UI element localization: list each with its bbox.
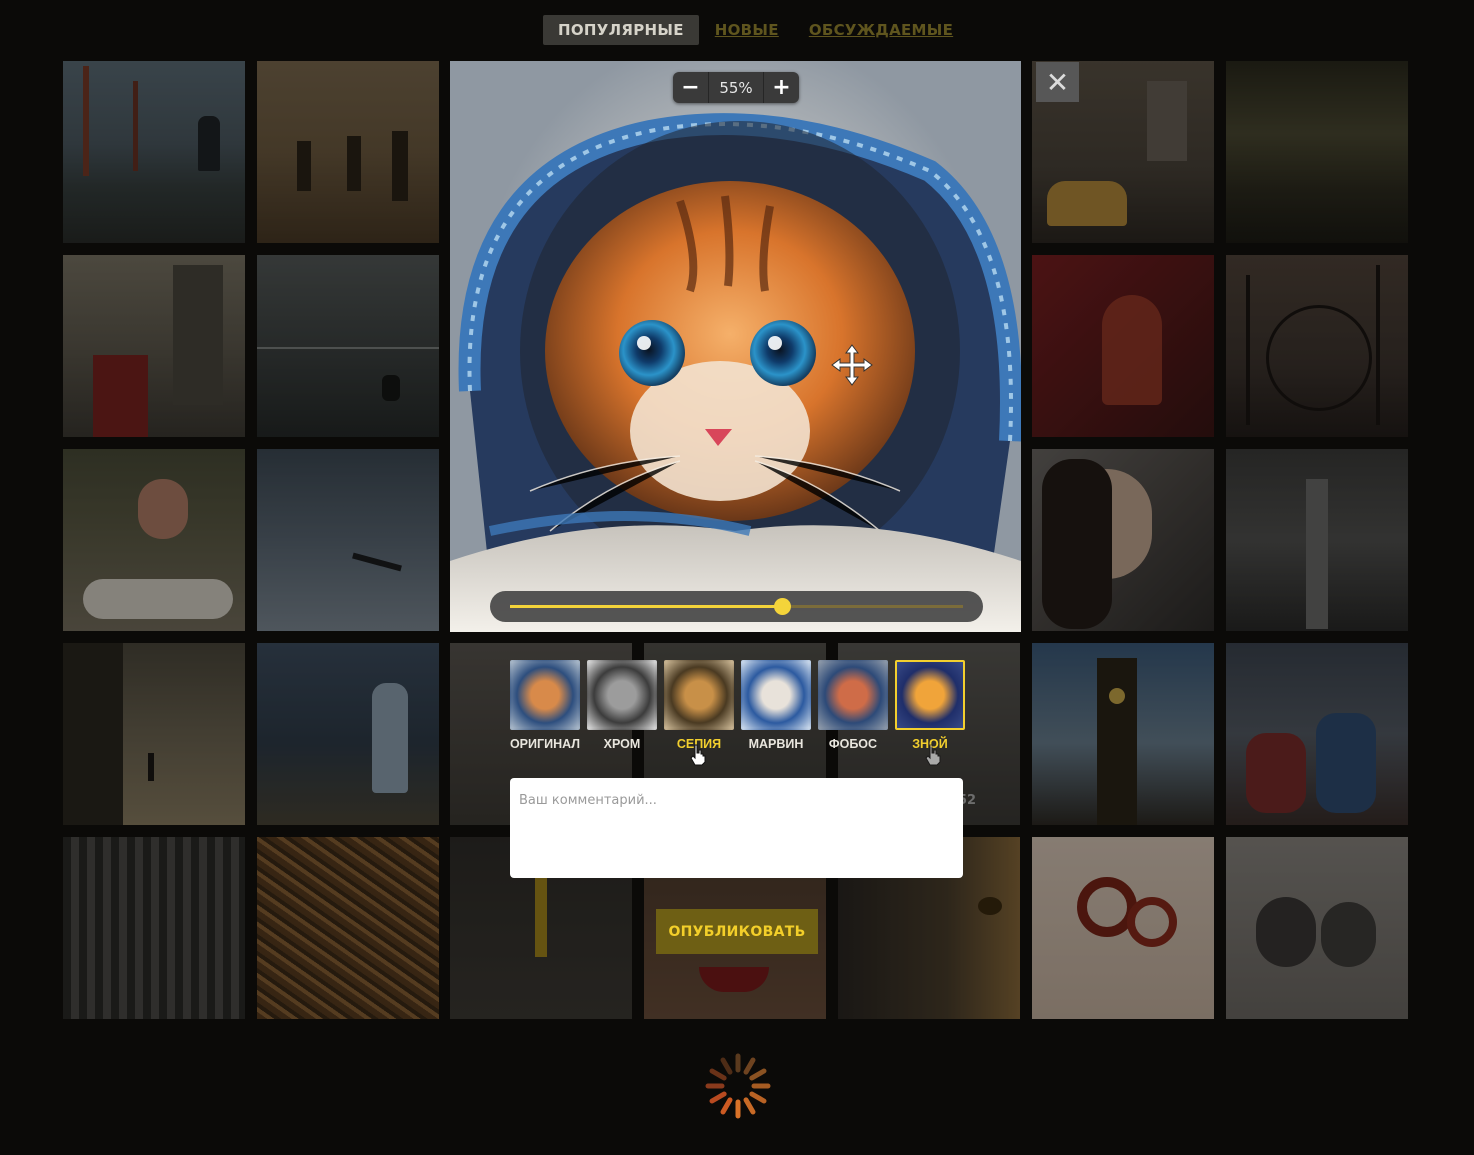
filter-phobos[interactable]: ФОБОС xyxy=(818,660,888,751)
grid-photo[interactable] xyxy=(1226,837,1408,1019)
filter-thumbnail[interactable] xyxy=(818,660,888,730)
filter-thumbnail[interactable] xyxy=(587,660,657,730)
hand-cursor-icon xyxy=(925,744,941,766)
grid-photo[interactable] xyxy=(257,61,439,243)
filter-list: ОРИГИНАЛ ХРОМ СЕПИЯ МАРВИН ФОБОС ЗНОЙ xyxy=(510,660,972,751)
filter-chrome[interactable]: ХРОМ xyxy=(587,660,657,751)
filter-label: ОРИГИНАЛ xyxy=(509,737,581,751)
grid-photo[interactable] xyxy=(257,643,439,825)
filter-marvin[interactable]: МАРВИН xyxy=(741,660,811,751)
grid-photo[interactable] xyxy=(1032,449,1214,631)
tab-discussed[interactable]: ОБСУЖДАЕМЫЕ xyxy=(809,21,953,39)
grid-photo[interactable] xyxy=(63,61,245,243)
loading-spinner-icon xyxy=(705,1053,771,1119)
grid-photo[interactable] xyxy=(1226,449,1408,631)
slider-handle[interactable] xyxy=(773,598,791,615)
grid-photo[interactable] xyxy=(1032,643,1214,825)
comment-input[interactable]: Ваш комментарий... xyxy=(510,778,963,878)
filter-intensity-slider[interactable] xyxy=(490,591,983,622)
filter-heat[interactable]: ЗНОЙ xyxy=(895,660,965,751)
filter-thumbnail[interactable] xyxy=(741,660,811,730)
slider-fill xyxy=(510,605,782,608)
filter-original[interactable]: ОРИГИНАЛ xyxy=(510,660,580,751)
zoom-in-button[interactable]: + xyxy=(764,72,799,103)
zoom-out-button[interactable]: − xyxy=(673,72,708,103)
slider-track[interactable] xyxy=(510,598,963,615)
grid-photo[interactable] xyxy=(257,449,439,631)
filter-label: МАРВИН xyxy=(748,737,804,751)
grid-photo[interactable] xyxy=(257,837,439,1019)
grid-photo[interactable] xyxy=(1226,643,1408,825)
grid-photo[interactable] xyxy=(1032,255,1214,437)
grid-photo[interactable] xyxy=(257,255,439,437)
grid-photo[interactable] xyxy=(63,255,245,437)
publish-button[interactable]: ОПУБЛИКОВАТЬ xyxy=(656,909,818,954)
filter-label: ХРОМ xyxy=(603,737,641,751)
kitten-photo xyxy=(450,113,1021,632)
grid-photo[interactable] xyxy=(1032,837,1214,1019)
zoom-level: 55% xyxy=(708,72,764,103)
filter-thumbnail[interactable] xyxy=(664,660,734,730)
hand-cursor-icon xyxy=(690,744,706,766)
filter-label: ФОБОС xyxy=(828,737,878,751)
filter-thumbnail[interactable] xyxy=(895,660,965,730)
grid-photo[interactable] xyxy=(1226,61,1408,243)
grid-photo[interactable] xyxy=(63,837,245,1019)
move-cursor-icon xyxy=(831,344,873,386)
grid-photo[interactable] xyxy=(63,449,245,631)
close-button[interactable]: ✕ xyxy=(1036,62,1079,102)
tab-popular[interactable]: ПОПУЛЯРНЫЕ xyxy=(543,15,699,45)
filter-thumbnail[interactable] xyxy=(510,660,580,730)
editor-photo[interactable] xyxy=(450,61,1021,632)
filter-sepia[interactable]: СЕПИЯ xyxy=(664,660,734,751)
grid-photo[interactable] xyxy=(1226,255,1408,437)
top-nav: ПОПУЛЯРНЫЕ НОВЫЕ ОБСУЖДАЕМЫЕ xyxy=(543,15,983,45)
tab-new[interactable]: НОВЫЕ xyxy=(715,21,779,39)
zoom-control: − 55% + xyxy=(673,72,799,103)
grid-photo[interactable] xyxy=(63,643,245,825)
close-icon: ✕ xyxy=(1045,65,1070,99)
